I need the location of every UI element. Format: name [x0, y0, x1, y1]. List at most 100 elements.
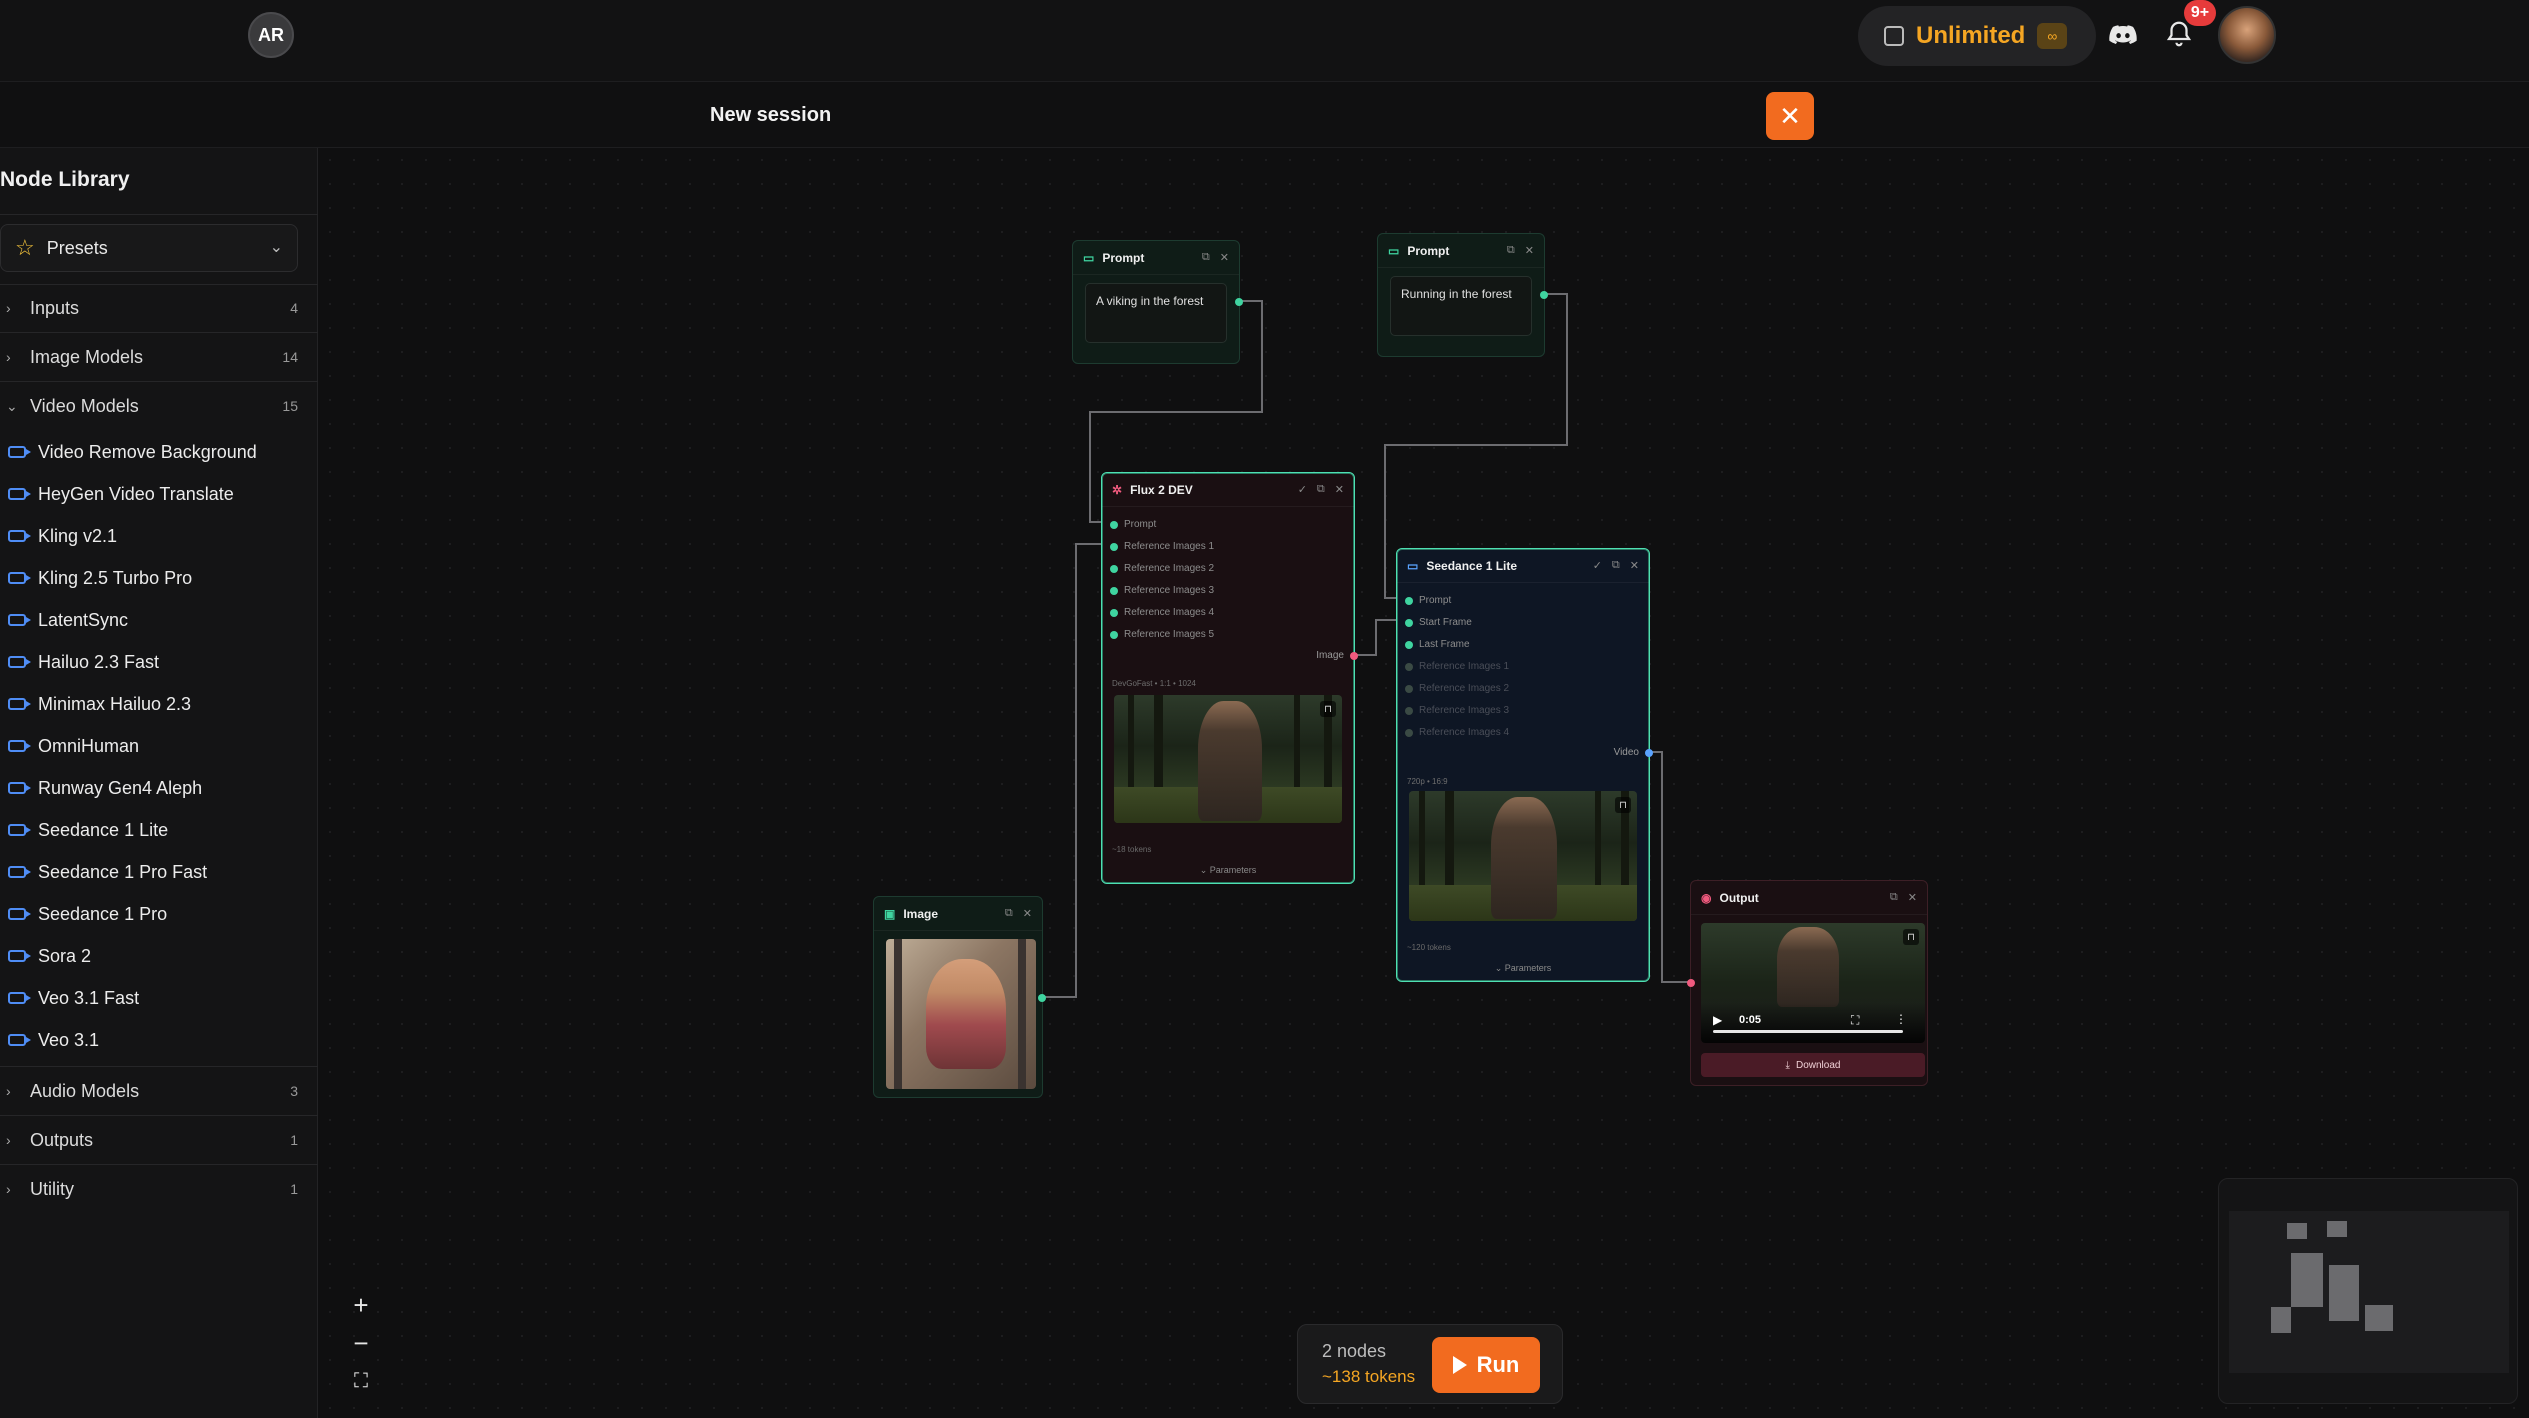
port-label: Image [1316, 650, 1344, 661]
sidebar-item-kling-2-5-turbo-pro[interactable]: Kling 2.5 Turbo Pro [0, 558, 310, 598]
video-player[interactable]: ⊓ ▶ 0:05 ⛶ ⋮ [1701, 923, 1925, 1043]
output-port[interactable]: Video [1614, 747, 1653, 758]
category-video-models[interactable]: ⌄ Video Models 15 [0, 386, 310, 426]
bookmark-icon[interactable]: ⊓ [1320, 701, 1336, 717]
uploaded-image-preview[interactable] [886, 939, 1036, 1089]
check-icon[interactable]: ✓ [1593, 559, 1602, 572]
output-port[interactable] [1235, 298, 1243, 306]
minimap[interactable] [2218, 1178, 2518, 1404]
input-port[interactable]: Last Frame [1405, 639, 1470, 650]
minimap-viewport[interactable] [2229, 1211, 2509, 1373]
close-icon[interactable]: ✕ [1023, 907, 1032, 920]
prompt-textarea[interactable]: Running in the forest [1390, 276, 1532, 336]
run-button[interactable]: Run [1432, 1337, 1540, 1393]
plan-credits-pill[interactable]: Unlimited ∞ [1858, 6, 2096, 66]
sidebar-item-omnihuman[interactable]: OmniHuman [0, 726, 310, 766]
duplicate-icon[interactable]: ⧉ [1507, 244, 1515, 257]
seedance-1-lite-node[interactable]: ▭ Seedance 1 Lite ✓ ⧉ ✕ Prompt Start Frame… [1396, 548, 1653, 982]
port-dot [1405, 684, 1413, 693]
close-icon[interactable]: ✕ [1908, 891, 1917, 904]
fit-view-button[interactable]: ⛶ [339, 1362, 383, 1400]
duplicate-icon[interactable]: ⧉ [1005, 907, 1013, 920]
more-options-icon[interactable]: ⋮ [1895, 1012, 1907, 1026]
input-port[interactable]: Reference Images 1 [1110, 541, 1214, 552]
video-camera-icon [8, 697, 31, 710]
category-audio-models[interactable]: › Audio Models 3 [0, 1071, 310, 1111]
zoom-in-button[interactable]: + [339, 1286, 383, 1324]
duplicate-icon[interactable]: ⧉ [1202, 251, 1210, 264]
parameters-toggle[interactable]: ⌄ Parameters [1397, 963, 1649, 974]
presets-dropdown[interactable]: ☆ Presets ⌄ [0, 224, 298, 272]
play-icon[interactable]: ▶ [1713, 1013, 1722, 1027]
sidebar-item-sora-2[interactable]: Sora 2 [0, 936, 310, 976]
bookmark-icon[interactable]: ⊓ [1903, 929, 1919, 945]
input-port[interactable]: Reference Images 5 [1110, 629, 1214, 640]
session-title[interactable]: New session [710, 104, 831, 127]
sidebar-item-minimax-hailuo-2-3[interactable]: Minimax Hailuo 2.3 [0, 684, 310, 724]
close-icon[interactable]: ✕ [1220, 251, 1229, 264]
duplicate-icon[interactable]: ⧉ [1890, 891, 1898, 904]
category-utility[interactable]: › Utility 1 [0, 1169, 310, 1209]
input-port[interactable]: Reference Images 1 [1405, 661, 1509, 672]
output-port[interactable]: Image [1316, 650, 1358, 661]
sidebar-item-seedance-1-pro[interactable]: Seedance 1 Pro [0, 894, 310, 934]
play-icon [1452, 1356, 1467, 1374]
sidebar-item-latentsync[interactable]: LatentSync [0, 600, 310, 640]
output-port[interactable] [1540, 291, 1548, 299]
input-port[interactable]: Start Frame [1405, 617, 1472, 628]
fullscreen-icon[interactable]: ⛶ [1851, 1013, 1859, 1028]
category-label: Utility [30, 1178, 74, 1199]
star-icon: ☆ [15, 235, 35, 260]
video-progress-track[interactable] [1713, 1030, 1903, 1033]
check-icon[interactable]: ✓ [1298, 483, 1307, 496]
discord-icon[interactable] [2108, 20, 2138, 50]
app-logo[interactable]: AR [248, 12, 294, 58]
port-label: Reference Images 3 [1419, 705, 1510, 716]
generated-image-preview[interactable]: ⊓ [1114, 695, 1342, 823]
user-avatar[interactable] [2218, 6, 2276, 64]
close-icon[interactable]: ✕ [1335, 483, 1344, 496]
input-port[interactable] [1687, 979, 1695, 987]
duplicate-icon[interactable]: ⧉ [1612, 559, 1620, 572]
sidebar-item-video-remove-background[interactable]: Video Remove Background [0, 432, 310, 472]
duplicate-icon[interactable]: ⧉ [1317, 483, 1325, 496]
input-port[interactable]: Reference Images 2 [1110, 563, 1214, 574]
sidebar-item-seedance-1-pro-fast[interactable]: Seedance 1 Pro Fast [0, 852, 310, 892]
input-port[interactable]: Reference Images 4 [1405, 727, 1509, 738]
sidebar-item-seedance-1-lite[interactable]: Seedance 1 Lite [0, 810, 310, 850]
close-icon[interactable]: ✕ [1525, 244, 1534, 257]
flux-2-dev-node[interactable]: ✲ Flux 2 DEV ✓ ⧉ ✕ Prompt Reference Images… [1101, 472, 1358, 884]
prompt-node-2[interactable]: ▭ Prompt ⧉ ✕ Running in the forest [1377, 233, 1548, 357]
input-port[interactable]: Reference Images 2 [1405, 683, 1509, 694]
sidebar-item-hailuo-2-3-fast[interactable]: Hailuo 2.3 Fast [0, 642, 310, 682]
sidebar-item-runway-gen4-aleph[interactable]: Runway Gen4 Aleph [0, 768, 310, 808]
prompt-node-1[interactable]: ▭ Prompt ⧉ ✕ A viking in the forest [1072, 240, 1243, 364]
download-button[interactable]: ⤓ Download [1701, 1053, 1925, 1077]
zoom-out-button[interactable]: − [339, 1324, 383, 1362]
port-dot [1645, 748, 1653, 757]
input-port[interactable]: Reference Images 3 [1405, 705, 1509, 716]
category-outputs[interactable]: › Outputs 1 [0, 1120, 310, 1160]
parameters-toggle[interactable]: ⌄ Parameters [1102, 865, 1354, 876]
category-inputs[interactable]: › Inputs 4 [0, 288, 310, 328]
download-label: Download [1795, 1059, 1841, 1071]
prompt-textarea[interactable]: A viking in the forest [1085, 283, 1227, 343]
input-port[interactable]: Reference Images 4 [1110, 607, 1214, 618]
generated-video-preview[interactable]: ⊓ [1409, 791, 1637, 921]
close-icon[interactable]: ✕ [1630, 559, 1639, 572]
sidebar-item-kling-v2-1[interactable]: Kling v2.1 [0, 516, 310, 556]
input-port[interactable]: Prompt [1405, 595, 1451, 606]
output-port[interactable] [1038, 994, 1046, 1002]
input-port[interactable]: Prompt [1110, 519, 1156, 530]
port-label: Prompt [1419, 595, 1452, 606]
notifications-badge: 9+ [2184, 0, 2216, 26]
sidebar-item-veo-3-1[interactable]: Veo 3.1 [0, 1020, 310, 1060]
image-input-node[interactable]: ▣ Image ⧉ ✕ [873, 896, 1046, 1098]
input-port[interactable]: Reference Images 3 [1110, 585, 1214, 596]
bookmark-icon[interactable]: ⊓ [1615, 797, 1631, 813]
output-node[interactable]: ◉ Output ⧉ ✕ ⊓ ▶ 0:05 ⛶ ⋮ ⤓ Download [1687, 880, 1928, 1086]
sidebar-item-veo-3-1-fast[interactable]: Veo 3.1 Fast [0, 978, 310, 1018]
category-image-models[interactable]: › Image Models 14 [0, 337, 310, 377]
sidebar-item-heygen-video-translate[interactable]: HeyGen Video Translate [0, 474, 310, 514]
close-session-button[interactable]: ✕ [1766, 92, 1814, 140]
